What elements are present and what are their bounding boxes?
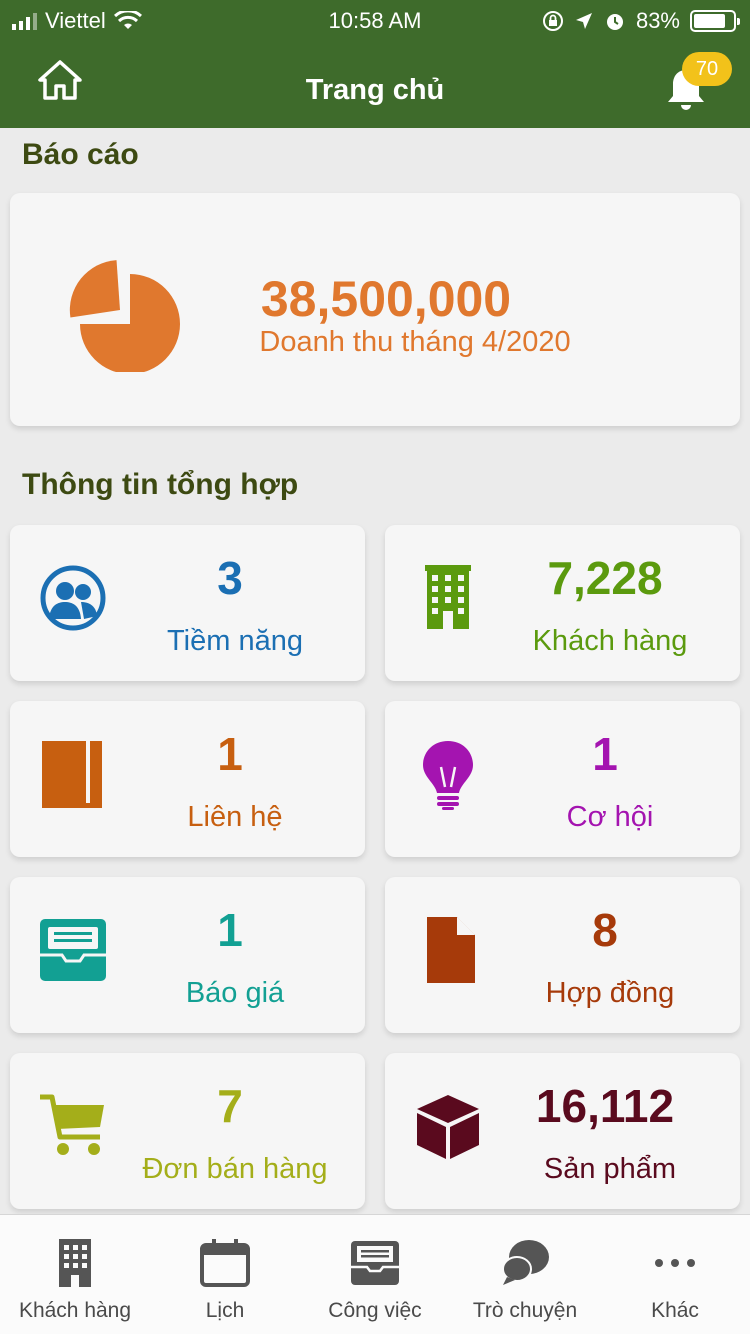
tab-label: Trò chuyện xyxy=(472,1299,578,1322)
tab-tro-chuyen[interactable]: Trò chuyện xyxy=(450,1215,600,1334)
status-bar: Viettel 10:58 AM 83% xyxy=(0,0,750,40)
bottom-tab-bar: Khách hàng Lịch Công việc Trò chuyện Khá… xyxy=(0,1214,750,1334)
lightbulb-icon xyxy=(423,741,473,810)
calendar-icon xyxy=(200,1239,250,1287)
notification-badge: 70 xyxy=(682,52,732,86)
tile-co-hoi[interactable]: 1 Cơ hội xyxy=(385,701,740,857)
tab-label: Khách hàng xyxy=(18,1299,132,1322)
battery-percent: 83% xyxy=(635,8,680,33)
tile-label: Khách hàng xyxy=(532,625,688,657)
tab-label: Công việc xyxy=(328,1299,422,1322)
tile-bao-gia[interactable]: 1 Báo giá xyxy=(10,877,365,1033)
battery-icon xyxy=(690,10,740,32)
tile-label: Đơn bán hàng xyxy=(142,1153,328,1185)
tile-count: 1 xyxy=(217,728,243,780)
more-icon xyxy=(655,1259,695,1267)
tab-lich[interactable]: Lịch xyxy=(150,1215,300,1334)
tile-count: 16,112 xyxy=(535,1080,675,1132)
app-header: Viettel 10:58 AM 83% Trang chủ 70 xyxy=(0,0,750,128)
tile-label: Cơ hội xyxy=(566,801,654,833)
tile-khach-hang[interactable]: 7,228 Khách hàng xyxy=(385,525,740,681)
rotation-lock-icon xyxy=(542,11,563,31)
tile-count: 1 xyxy=(592,728,618,780)
tab-khach-hang[interactable]: Khách hàng xyxy=(0,1215,150,1334)
revenue-label: Doanh thu tháng 4/2020 xyxy=(259,326,571,358)
tab-khac[interactable]: Khác xyxy=(600,1215,750,1334)
inbox-icon xyxy=(351,1241,399,1285)
building-icon xyxy=(59,1239,91,1287)
building-icon xyxy=(425,565,471,629)
revenue-value: 38,500,000 xyxy=(260,271,512,327)
tile-label: Báo giá xyxy=(185,977,285,1009)
page-title: Trang chủ xyxy=(305,74,445,106)
tile-label: Hợp đồng xyxy=(545,977,675,1009)
alarm-icon xyxy=(606,14,623,30)
tab-label: Khác xyxy=(651,1299,699,1322)
tile-count: 3 xyxy=(217,552,243,604)
tile-count: 1 xyxy=(217,904,243,956)
cart-icon xyxy=(40,1094,104,1155)
box-icon xyxy=(417,1095,479,1159)
pie-chart-icon xyxy=(69,260,180,372)
report-section-title: Báo cáo xyxy=(22,138,139,171)
tile-count: 7,228 xyxy=(547,552,663,604)
tab-cong-viec[interactable]: Công việc xyxy=(300,1215,450,1334)
tab-label: Lịch xyxy=(205,1299,245,1322)
tile-count: 8 xyxy=(592,904,618,956)
tile-label: Sản phẩm xyxy=(543,1153,677,1185)
tile-san-pham[interactable]: 16,112 Sản phẩm xyxy=(385,1053,740,1209)
status-right: 83% xyxy=(542,8,740,34)
tile-count: 7 xyxy=(217,1080,243,1132)
tile-lien-he[interactable]: 1 Liên hệ xyxy=(10,701,365,857)
document-icon xyxy=(427,915,477,983)
tile-label: Liên hệ xyxy=(187,801,283,833)
inbox-icon xyxy=(40,919,106,981)
book-icon xyxy=(42,741,102,808)
location-icon xyxy=(575,13,592,29)
tile-don-ban-hang[interactable]: 7 Đơn bán hàng xyxy=(10,1053,365,1209)
tile-label: Tiềm năng xyxy=(167,625,303,657)
tile-tiem-nang[interactable]: 3 Tiềm năng xyxy=(10,525,365,681)
users-icon xyxy=(40,565,106,631)
summary-section-title: Thông tin tổng hợp xyxy=(22,468,299,501)
chat-icon xyxy=(502,1240,549,1285)
tile-hop-dong[interactable]: 8 Hợp đồng xyxy=(385,877,740,1033)
